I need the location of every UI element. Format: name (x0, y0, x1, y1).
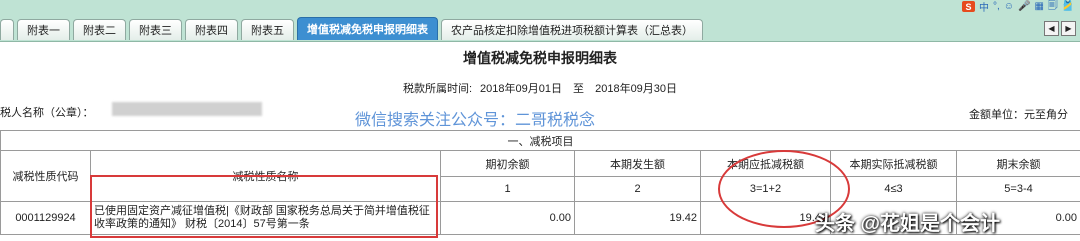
source-watermark: 头条 @花姐是个会计 (815, 213, 1001, 235)
cell-opening[interactable]: 0.00 (440, 201, 575, 235)
tray-punct-icon[interactable]: °, (993, 1, 1000, 12)
cell-deductible[interactable]: 19.42 (700, 201, 831, 235)
form-title: 增值税减免税申报明细表 (463, 50, 617, 66)
period-end: 2018年09月30日 (595, 83, 678, 95)
tray-keyboard-icon[interactable]: ▦ (1034, 1, 1043, 12)
tab-partial[interactable] (0, 19, 14, 40)
header-deductible: 本期应抵减税额 (700, 150, 831, 177)
tab-schedule-2[interactable]: 附表二 (73, 19, 126, 40)
formula-opening: 1 (440, 176, 575, 202)
tray-skin-icon[interactable]: 🎽 (1062, 1, 1074, 12)
tray-clipboard-icon[interactable]: 🗐 (1048, 0, 1058, 15)
formula-actual: 4≤3 (830, 176, 957, 202)
cell-current[interactable]: 19.42 (574, 201, 701, 235)
amount-unit: 金额单位：元至角分 (969, 109, 1068, 121)
tab-schedule-3[interactable]: 附表三 (129, 19, 182, 40)
tax-period: 税款所属时间: 2018年09月01日 至 2018年09月30日 (0, 80, 1080, 96)
tray-mic-icon[interactable]: 🎤 (1018, 1, 1030, 12)
header-code: 减税性质代码 (0, 150, 91, 202)
cell-name[interactable]: 已使用固定资产减征增值税|《财政部 国家税务总局关于简并增值税征收率政策的通知》… (90, 201, 441, 235)
tab-bar: 附表一 附表二 附表三 附表四 附表五 增值税减免税申报明细表 农产品核定扣除增… (0, 0, 1080, 42)
header-opening: 期初余额 (440, 150, 575, 177)
header-closing: 期末余额 (955, 150, 1080, 177)
input-method-toolbar: S 中 °, ☺ 🎤 ▦ 🗐 🎽 ⋮ (962, 0, 1080, 15)
watermark-text: 微信搜索关注公众号：二哥税税念 (355, 112, 596, 129)
tray-lang-icon[interactable]: 中 (979, 0, 989, 14)
taxpayer-name-redacted (112, 102, 262, 116)
period-label: 税款所属时间: (402, 83, 473, 95)
tab-schedule-5[interactable]: 附表五 (241, 19, 294, 40)
tab-agri-deduction[interactable]: 农产品核定扣除增值税进项税额计算表（汇总表） (441, 19, 703, 40)
tab-schedule-1[interactable]: 附表一 (17, 19, 70, 40)
tab-strip: 附表一 附表二 附表三 附表四 附表五 增值税减免税申报明细表 农产品核定扣除增… (0, 17, 706, 40)
sogou-logo-icon[interactable]: S (962, 1, 975, 12)
period-to: 至 (573, 83, 585, 95)
header-name: 减税性质名称 (90, 150, 441, 202)
cell-code[interactable]: 0001129924 (0, 201, 91, 235)
period-start: 2018年09月01日 (480, 83, 562, 95)
tab-vat-reduction-detail[interactable]: 增值税减免税申报明细表 (297, 17, 438, 40)
header-current: 本期发生额 (574, 150, 701, 177)
scroll-left-icon[interactable]: ◀ (1044, 21, 1059, 36)
scroll-right-icon[interactable]: ▶ (1061, 21, 1076, 36)
taxpayer-name-label: 税人名称（公章）： (0, 107, 94, 119)
header-actual: 本期实际抵减税额 (830, 150, 957, 177)
formula-closing: 5=3-4 (955, 176, 1080, 202)
section-header: 一、减税项目 (0, 130, 1080, 151)
formula-current: 2 (574, 176, 701, 202)
tray-emoji-icon[interactable]: ☺ (1004, 1, 1014, 12)
tab-schedule-4[interactable]: 附表四 (185, 19, 238, 40)
formula-deductible: 3=1+2 (700, 176, 831, 202)
